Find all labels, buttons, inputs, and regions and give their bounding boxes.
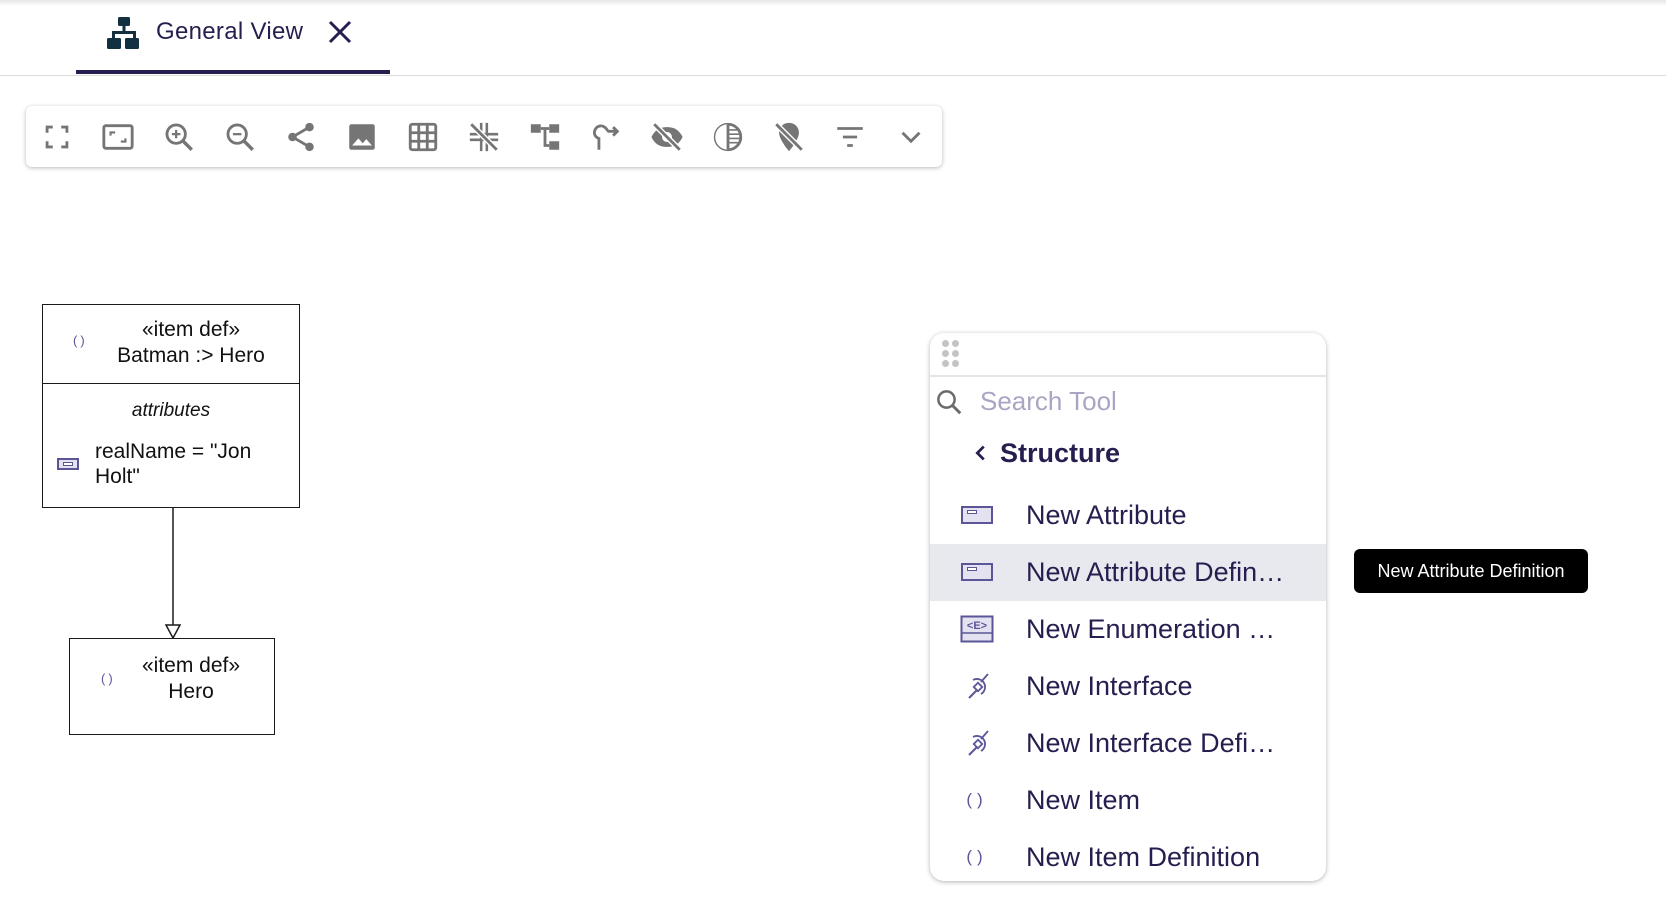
zoom-out-button[interactable]	[223, 120, 257, 154]
tab-general-view[interactable]: General View	[76, 0, 390, 74]
batman-item-def-node[interactable]: () «item def» Batman :> Hero attributes …	[42, 304, 300, 508]
tool-new-item-definition[interactable]: () New Item Definition	[930, 829, 1326, 881]
account-tree-icon	[530, 124, 560, 150]
eye-off-icon	[651, 122, 683, 152]
snap-off-icon	[469, 122, 499, 152]
tool-new-interface-definition[interactable]: New Interface Defi…	[930, 715, 1326, 772]
zoom-out-icon	[226, 123, 254, 151]
tool-new-interface[interactable]: New Interface	[930, 658, 1326, 715]
tab-label: General View	[156, 18, 304, 45]
palette-drag-handle[interactable]	[930, 333, 1326, 377]
tool-label: New Enumeration …	[1026, 614, 1276, 644]
arrange-layout-button[interactable]	[528, 120, 562, 154]
item-icon: ()	[966, 847, 988, 866]
tool-label: New Interface Defi…	[1026, 728, 1276, 758]
search-tool-input[interactable]	[980, 383, 1310, 419]
reveal-edges-button[interactable]	[589, 120, 623, 154]
search-icon	[937, 390, 962, 415]
tool-label: New Item Definition	[1026, 842, 1261, 872]
item-icon: ()	[966, 790, 988, 809]
tool-palette: Structure New Attribute New Attribute De…	[930, 333, 1326, 881]
node-name: Batman :> Hero	[117, 344, 265, 367]
tool-tooltip: New Attribute Definition	[1354, 549, 1588, 593]
node-stereotype: «item def»	[141, 318, 241, 341]
fade-elements-button[interactable]	[711, 120, 745, 154]
tool-new-item[interactable]: () New Item	[930, 772, 1326, 829]
zoom-in-icon	[165, 123, 193, 151]
aspect-ratio-icon	[102, 124, 134, 150]
tool-label: New Attribute	[1026, 500, 1187, 530]
contrast-icon	[713, 122, 743, 152]
share-icon	[288, 122, 314, 152]
attribute-icon	[960, 501, 994, 529]
chevron-left-icon	[975, 445, 985, 461]
tool-new-attribute[interactable]: New Attribute	[930, 487, 1326, 544]
interface-icon	[968, 673, 989, 699]
compartment-divider	[43, 383, 299, 384]
close-icon[interactable]	[327, 19, 353, 45]
alt-route-icon	[593, 124, 620, 150]
svg-text:<E>: <E>	[967, 620, 987, 632]
enumeration-icon: <E>	[960, 615, 994, 643]
node-stereotype: «item def»	[141, 654, 241, 677]
pin-off-icon	[774, 122, 804, 152]
filter-icon	[837, 127, 863, 147]
tool-label: New Attribute Defin…	[1026, 557, 1285, 587]
drag-dots-icon	[942, 340, 960, 368]
node-name: Hero	[168, 680, 214, 703]
hide-elements-button[interactable]	[650, 120, 684, 154]
hierarchy-diagram-icon	[107, 17, 139, 49]
tool-new-attribute-definition[interactable]: New Attribute Defin…	[930, 544, 1326, 601]
fit-to-screen-button[interactable]	[40, 120, 74, 154]
tool-label: New Interface	[1026, 671, 1193, 701]
more-tools-button[interactable]	[894, 120, 928, 154]
interface-icon	[968, 730, 989, 756]
attribute-entry[interactable]: realName = "Jon Holt"	[95, 439, 285, 489]
zoom-in-button[interactable]	[162, 120, 196, 154]
diagram-toolbar	[26, 106, 942, 167]
editor-tab-bar: General View	[0, 0, 1666, 76]
fit-to-view-button[interactable]	[101, 120, 135, 154]
toggle-grid-button[interactable]	[406, 120, 440, 154]
active-tab-indicator	[76, 70, 390, 74]
attribute-icon	[960, 558, 994, 586]
fullscreen-corners-icon	[45, 125, 69, 149]
image-icon	[349, 124, 375, 150]
export-image-button[interactable]	[345, 120, 379, 154]
compartment-label: attributes	[131, 400, 211, 421]
back-to-sections-button[interactable]: Structure	[970, 433, 1120, 473]
tool-new-enumeration-definition[interactable]: <E> New Enumeration …	[930, 601, 1326, 658]
unpin-elements-button[interactable]	[772, 120, 806, 154]
chevron-down-icon	[901, 131, 921, 144]
share-button[interactable]	[284, 120, 318, 154]
hero-item-def-node[interactable]: () «item def» Hero	[69, 638, 275, 735]
grid-icon	[408, 122, 438, 152]
filter-button[interactable]	[833, 120, 867, 154]
palette-section-title: Structure	[1000, 437, 1121, 468]
snap-to-grid-button[interactable]	[467, 120, 501, 154]
palette-search	[930, 377, 1326, 425]
attribute-icon	[57, 458, 79, 470]
tool-label: New Item	[1026, 785, 1141, 815]
